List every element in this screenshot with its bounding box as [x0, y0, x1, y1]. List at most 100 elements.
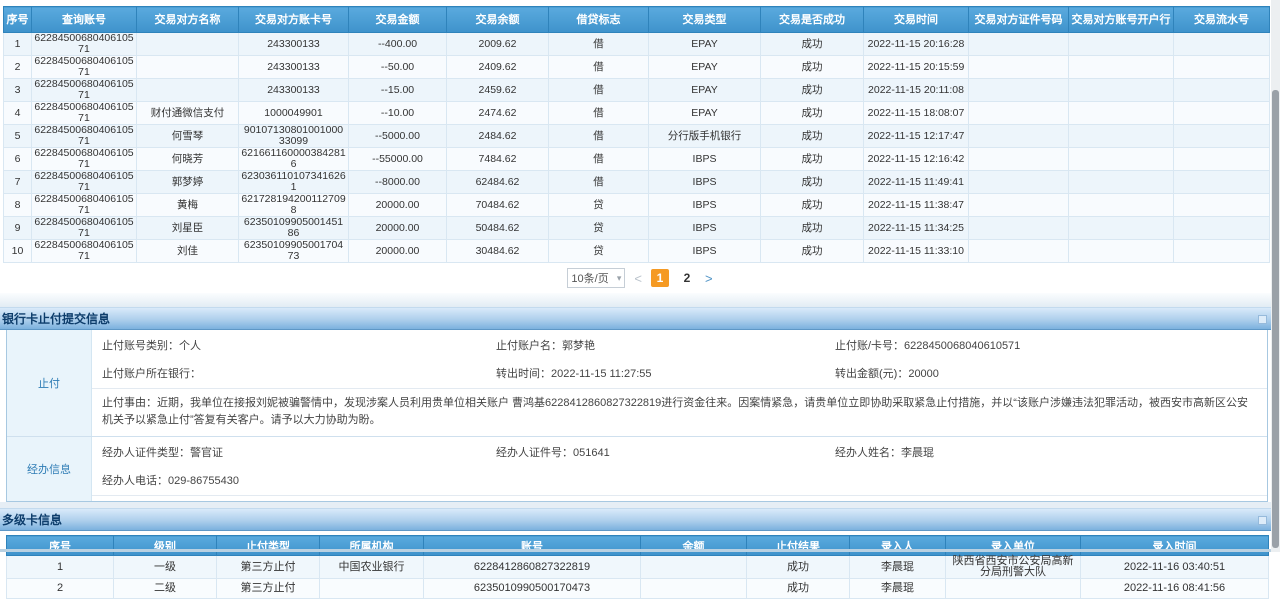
next-page-icon[interactable]: > [705, 271, 713, 286]
column-header: 交易对方账卡号 [239, 7, 349, 33]
column-header: 止付结果 [747, 536, 850, 556]
table-cell [1174, 240, 1270, 263]
table-cell: 2009.62 [447, 33, 549, 56]
table-cell [1069, 148, 1174, 171]
column-header: 录入时间 [1081, 536, 1269, 556]
table-cell [1174, 148, 1270, 171]
table-cell: 借 [549, 171, 649, 194]
table-cell: 6217281942001127098 [239, 194, 349, 217]
prev-page-icon[interactable]: < [634, 271, 642, 286]
table-cell [1069, 171, 1174, 194]
table-cell: 2 [7, 579, 114, 599]
column-header: 余额 [641, 536, 747, 556]
table-cell: 1000049901 [239, 102, 349, 125]
table-cell: 成功 [761, 194, 864, 217]
collapse-icon[interactable] [1258, 516, 1267, 525]
scrollbar-thumb[interactable] [1272, 90, 1279, 548]
table-cell: 李晨琨 [850, 556, 946, 579]
table-row: 1一级第三方止付中国农业银行6228412860827322819成功李晨琨陕西… [7, 556, 1269, 579]
table-cell [1174, 171, 1270, 194]
table-cell: IBPS [649, 148, 761, 171]
page-button-1[interactable]: 1 [651, 269, 669, 287]
table-cell: 6228450068040610571 [32, 148, 137, 171]
table-cell: IBPS [649, 240, 761, 263]
table-cell: 陕西省西安市公安局高新分局刑警大队 [946, 556, 1081, 579]
table-cell: 2409.62 [447, 56, 549, 79]
table-cell: EPAY [649, 79, 761, 102]
table-cell: 30484.62 [447, 240, 549, 263]
column-header: 止付类型 [217, 536, 320, 556]
multilevel-section-title: 多级卡信息 [2, 513, 62, 527]
table-cell: 何晓芳 [137, 148, 239, 171]
table-cell [1174, 79, 1270, 102]
table-cell: 2484.62 [447, 125, 549, 148]
field-account-type: 止付账号类别：个人 [102, 337, 496, 353]
table-cell: 成功 [747, 579, 850, 599]
table-cell: 6228450068040610571 [32, 171, 137, 194]
table-cell [969, 33, 1069, 56]
table-cell: 7484.62 [447, 148, 549, 171]
table-cell: 成功 [761, 79, 864, 102]
table-cell: 成功 [747, 556, 850, 579]
table-cell [969, 148, 1069, 171]
stop-payment-section-title: 银行卡止付提交信息 [2, 312, 110, 326]
table-cell: 2022-11-15 20:15:59 [864, 56, 969, 79]
page-size-select[interactable]: 10条/页 ▾ [567, 268, 625, 288]
table-cell: 借 [549, 148, 649, 171]
field-transfer-amount: 转出金额(元)：20000 [835, 365, 1261, 381]
table-cell: 2022-11-15 18:08:07 [864, 102, 969, 125]
table-cell: 李晨琨 [850, 579, 946, 599]
column-header: 级别 [114, 536, 217, 556]
column-header: 交易流水号 [1174, 7, 1270, 33]
table-row: 106228450068040610571刘佳62350109905001704… [4, 240, 1270, 263]
field-handler-cert-type: 经办人证件类型：警官证 [102, 444, 496, 460]
page-size-value: 10条/页 [571, 270, 608, 286]
table-cell: 243300133 [239, 79, 349, 102]
table-cell [969, 79, 1069, 102]
table-cell: 2022-11-15 11:38:47 [864, 194, 969, 217]
table-cell: 黄梅 [137, 194, 239, 217]
table-cell: 243300133 [239, 56, 349, 79]
stop-payment-section-bar: 银行卡止付提交信息 [0, 307, 1280, 330]
table-cell: 成功 [761, 56, 864, 79]
column-header: 交易对方证件号码 [969, 7, 1069, 33]
stop-payment-box: 止付 止付账号类别：个人 止付账户名：郭梦艳 止付账/卡号：6228450068… [6, 330, 1268, 502]
table-cell: 借 [549, 102, 649, 125]
vertical-scrollbar [1271, 0, 1280, 552]
table-cell: 6228450068040610571 [32, 56, 137, 79]
multilevel-card-table: 序号级别止付类型所属机构账号余额止付结果录入人录入单位录入时间 1一级第三方止付… [6, 535, 1269, 599]
column-header: 查询账号 [32, 7, 137, 33]
table-cell [969, 194, 1069, 217]
table-row: 86228450068040610571黄梅621728194200112709… [4, 194, 1270, 217]
table-cell: 第三方止付 [217, 579, 320, 599]
column-header: 交易对方名称 [137, 7, 239, 33]
multilevel-section-bar: 多级卡信息 [0, 508, 1280, 531]
column-header: 交易是否成功 [761, 7, 864, 33]
page-button-2[interactable]: 2 [678, 269, 696, 287]
table-cell: IBPS [649, 217, 761, 240]
table-cell [1174, 217, 1270, 240]
table-cell: 第三方止付 [217, 556, 320, 579]
table-cell: 7 [4, 171, 32, 194]
table-cell: 何雪琴 [137, 125, 239, 148]
handler-fields: 经办人证件类型：警官证 经办人证件号：051641 经办人姓名：李晨琨 经办人电… [92, 437, 1267, 495]
table-cell [969, 217, 1069, 240]
stop-payment-fields: 止付账号类别：个人 止付账户名：郭梦艳 止付账/卡号：6228450068040… [92, 330, 1267, 388]
table-cell: --15.00 [349, 79, 447, 102]
table-cell [641, 579, 747, 599]
table-cell: 贷 [549, 217, 649, 240]
column-header: 账号 [424, 536, 641, 556]
table-cell [1069, 56, 1174, 79]
table-cell: 成功 [761, 148, 864, 171]
collapse-icon[interactable] [1258, 315, 1267, 324]
table-cell: 刘星臣 [137, 217, 239, 240]
table-cell: 6230361101073416261 [239, 171, 349, 194]
table-cell: 10 [4, 240, 32, 263]
transactions-table: 序号查询账号交易对方名称交易对方账卡号交易金额交易余额借贷标志交易类型交易是否成… [3, 6, 1270, 263]
table-cell: 刘佳 [137, 240, 239, 263]
field-handler-cert-no: 经办人证件号：051641 [496, 444, 835, 460]
table-cell: --5000.00 [349, 125, 447, 148]
table-cell: 1 [4, 33, 32, 56]
table-row: 2二级第三方止付6235010990500170473成功李晨琨2022-11-… [7, 579, 1269, 599]
table-cell: 2022-11-15 11:33:10 [864, 240, 969, 263]
